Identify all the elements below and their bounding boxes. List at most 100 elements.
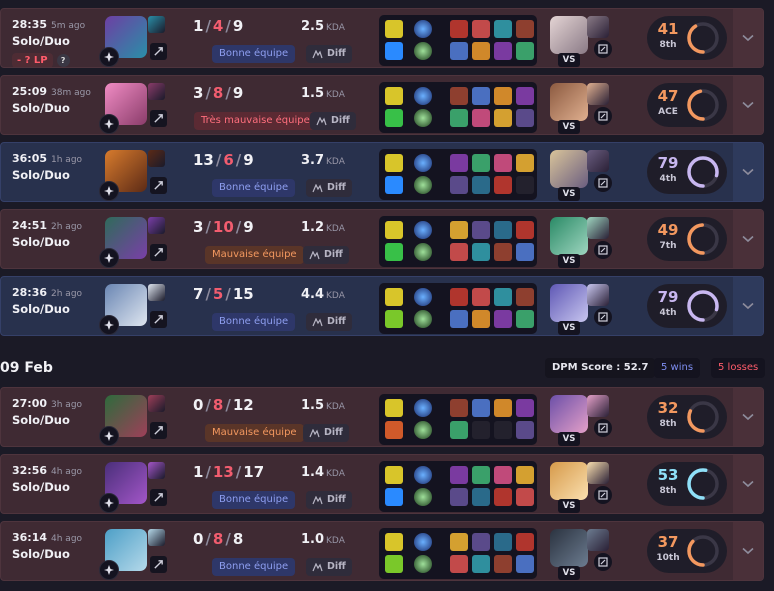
item-slot-icon[interactable] bbox=[494, 310, 512, 328]
item-slot-icon[interactable] bbox=[494, 399, 512, 417]
match-row[interactable]: 25:09 38m ago Solo/Duo 3/8/9 1.5 KDA Très … bbox=[0, 75, 764, 135]
rune-icon[interactable] bbox=[414, 42, 432, 60]
item-slot-icon[interactable] bbox=[472, 154, 490, 172]
item-slot-icon[interactable] bbox=[450, 555, 468, 573]
summoner-spell-icon[interactable] bbox=[385, 20, 403, 38]
item-slot-icon[interactable] bbox=[450, 399, 468, 417]
item-slot-icon[interactable] bbox=[450, 87, 468, 105]
summoner-spell-icon[interactable] bbox=[385, 421, 403, 439]
rune-icon[interactable] bbox=[414, 87, 432, 105]
item-slot-icon[interactable] bbox=[494, 42, 512, 60]
match-row[interactable]: 36:05 1h ago Solo/Duo 13/6/9 3.7 KDA Bonne… bbox=[0, 142, 764, 202]
enemy-champion-portrait[interactable] bbox=[550, 150, 588, 188]
enemy-secondary-portrait[interactable] bbox=[587, 462, 609, 484]
rune-icon[interactable] bbox=[414, 176, 432, 194]
rune-icon[interactable] bbox=[414, 20, 432, 38]
rune-icon[interactable] bbox=[414, 109, 432, 127]
item-slot-icon[interactable] bbox=[472, 288, 490, 306]
enemy-champion-portrait[interactable] bbox=[550, 83, 588, 121]
rune-icon[interactable] bbox=[414, 243, 432, 261]
item-slot-icon[interactable] bbox=[516, 154, 534, 172]
item-slot-icon[interactable] bbox=[472, 109, 490, 127]
summoner-spell-icon[interactable] bbox=[385, 87, 403, 105]
enemy-secondary-portrait[interactable] bbox=[587, 16, 609, 38]
keystone-rune-icon[interactable] bbox=[150, 244, 167, 261]
help-icon[interactable]: ? bbox=[56, 54, 70, 67]
rune-icon[interactable] bbox=[414, 488, 432, 506]
item-slot-icon[interactable] bbox=[450, 421, 468, 439]
item-slot-icon[interactable] bbox=[472, 533, 490, 551]
item-slot-icon[interactable] bbox=[472, 221, 490, 239]
enemy-champion-portrait[interactable] bbox=[550, 462, 588, 500]
item-slot-icon[interactable] bbox=[516, 243, 534, 261]
item-slot-icon[interactable] bbox=[472, 42, 490, 60]
item-slot-icon[interactable] bbox=[450, 288, 468, 306]
summoner-spell-icon[interactable] bbox=[148, 462, 165, 479]
item-slot-icon[interactable] bbox=[450, 109, 468, 127]
summoner-spell-icon[interactable] bbox=[385, 109, 403, 127]
diff-button[interactable]: Diff bbox=[306, 558, 352, 576]
item-slot-icon[interactable] bbox=[450, 20, 468, 38]
item-slot-icon[interactable] bbox=[472, 466, 490, 484]
item-slot-icon[interactable] bbox=[516, 176, 534, 194]
match-row[interactable]: 27:00 3h ago Solo/Duo 0/8/12 1.5 KDA Mauva… bbox=[0, 387, 764, 447]
item-slot-icon[interactable] bbox=[494, 87, 512, 105]
diff-button[interactable]: Diff bbox=[303, 424, 349, 442]
item-slot-icon[interactable] bbox=[450, 42, 468, 60]
item-slot-icon[interactable] bbox=[450, 154, 468, 172]
summoner-spell-icon[interactable] bbox=[148, 395, 165, 412]
enemy-champion-portrait[interactable] bbox=[550, 529, 588, 567]
item-slot-icon[interactable] bbox=[516, 20, 534, 38]
expand-match-button[interactable] bbox=[733, 455, 763, 513]
summoner-spell-icon[interactable] bbox=[385, 555, 403, 573]
rune-icon[interactable] bbox=[414, 310, 432, 328]
diff-button[interactable]: Diff bbox=[306, 491, 352, 509]
item-slot-icon[interactable] bbox=[472, 555, 490, 573]
item-slot-icon[interactable] bbox=[494, 176, 512, 194]
summoner-spell-icon[interactable] bbox=[385, 466, 403, 484]
item-slot-icon[interactable] bbox=[516, 221, 534, 239]
item-slot-icon[interactable] bbox=[516, 421, 534, 439]
summoner-spell-icon[interactable] bbox=[148, 150, 165, 167]
match-row[interactable]: 36:14 4h ago Solo/Duo 0/8/8 1.0 KDA Bonne … bbox=[0, 521, 764, 581]
item-slot-icon[interactable] bbox=[472, 421, 490, 439]
rune-icon[interactable] bbox=[414, 555, 432, 573]
item-slot-icon[interactable] bbox=[494, 555, 512, 573]
diff-button[interactable]: Diff bbox=[306, 313, 352, 331]
summoner-spell-icon[interactable] bbox=[385, 221, 403, 239]
summoner-spell-icon[interactable] bbox=[385, 42, 403, 60]
item-slot-icon[interactable] bbox=[494, 109, 512, 127]
enemy-champion-portrait[interactable] bbox=[550, 284, 588, 322]
item-slot-icon[interactable] bbox=[472, 243, 490, 261]
expand-match-button[interactable] bbox=[733, 277, 763, 335]
rune-icon[interactable] bbox=[414, 399, 432, 417]
keystone-rune-icon[interactable] bbox=[150, 556, 167, 573]
match-row[interactable]: 28:36 2h ago Solo/Duo 7/5/15 4.4 KDA Bonne… bbox=[0, 276, 764, 336]
keystone-rune-icon[interactable] bbox=[150, 43, 167, 60]
item-slot-icon[interactable] bbox=[494, 466, 512, 484]
diff-button[interactable]: Diff bbox=[310, 112, 356, 130]
item-slot-icon[interactable] bbox=[494, 288, 512, 306]
match-row[interactable]: 24:51 2h ago Solo/Duo 3/10/9 1.2 KDA Mauva… bbox=[0, 209, 764, 269]
diff-button[interactable]: Diff bbox=[306, 179, 352, 197]
summoner-spell-icon[interactable] bbox=[385, 288, 403, 306]
item-slot-icon[interactable] bbox=[494, 488, 512, 506]
item-slot-icon[interactable] bbox=[494, 243, 512, 261]
enemy-champion-portrait[interactable] bbox=[550, 395, 588, 433]
enemy-champion-portrait[interactable] bbox=[550, 16, 588, 54]
summoner-spell-icon[interactable] bbox=[148, 529, 165, 546]
summoner-spell-icon[interactable] bbox=[385, 533, 403, 551]
summoner-spell-icon[interactable] bbox=[385, 176, 403, 194]
rune-icon[interactable] bbox=[414, 533, 432, 551]
summoner-spell-icon[interactable] bbox=[148, 83, 165, 100]
rune-icon[interactable] bbox=[414, 154, 432, 172]
item-slot-icon[interactable] bbox=[450, 243, 468, 261]
item-slot-icon[interactable] bbox=[516, 466, 534, 484]
item-slot-icon[interactable] bbox=[450, 310, 468, 328]
expand-match-button[interactable] bbox=[733, 9, 763, 67]
expand-match-button[interactable] bbox=[733, 210, 763, 268]
expand-match-button[interactable] bbox=[733, 76, 763, 134]
summoner-spell-icon[interactable] bbox=[385, 310, 403, 328]
match-row[interactable]: 28:35 5m ago Solo/Duo - ? LP? 1/4/9 2.5 KD… bbox=[0, 8, 764, 68]
item-slot-icon[interactable] bbox=[516, 399, 534, 417]
